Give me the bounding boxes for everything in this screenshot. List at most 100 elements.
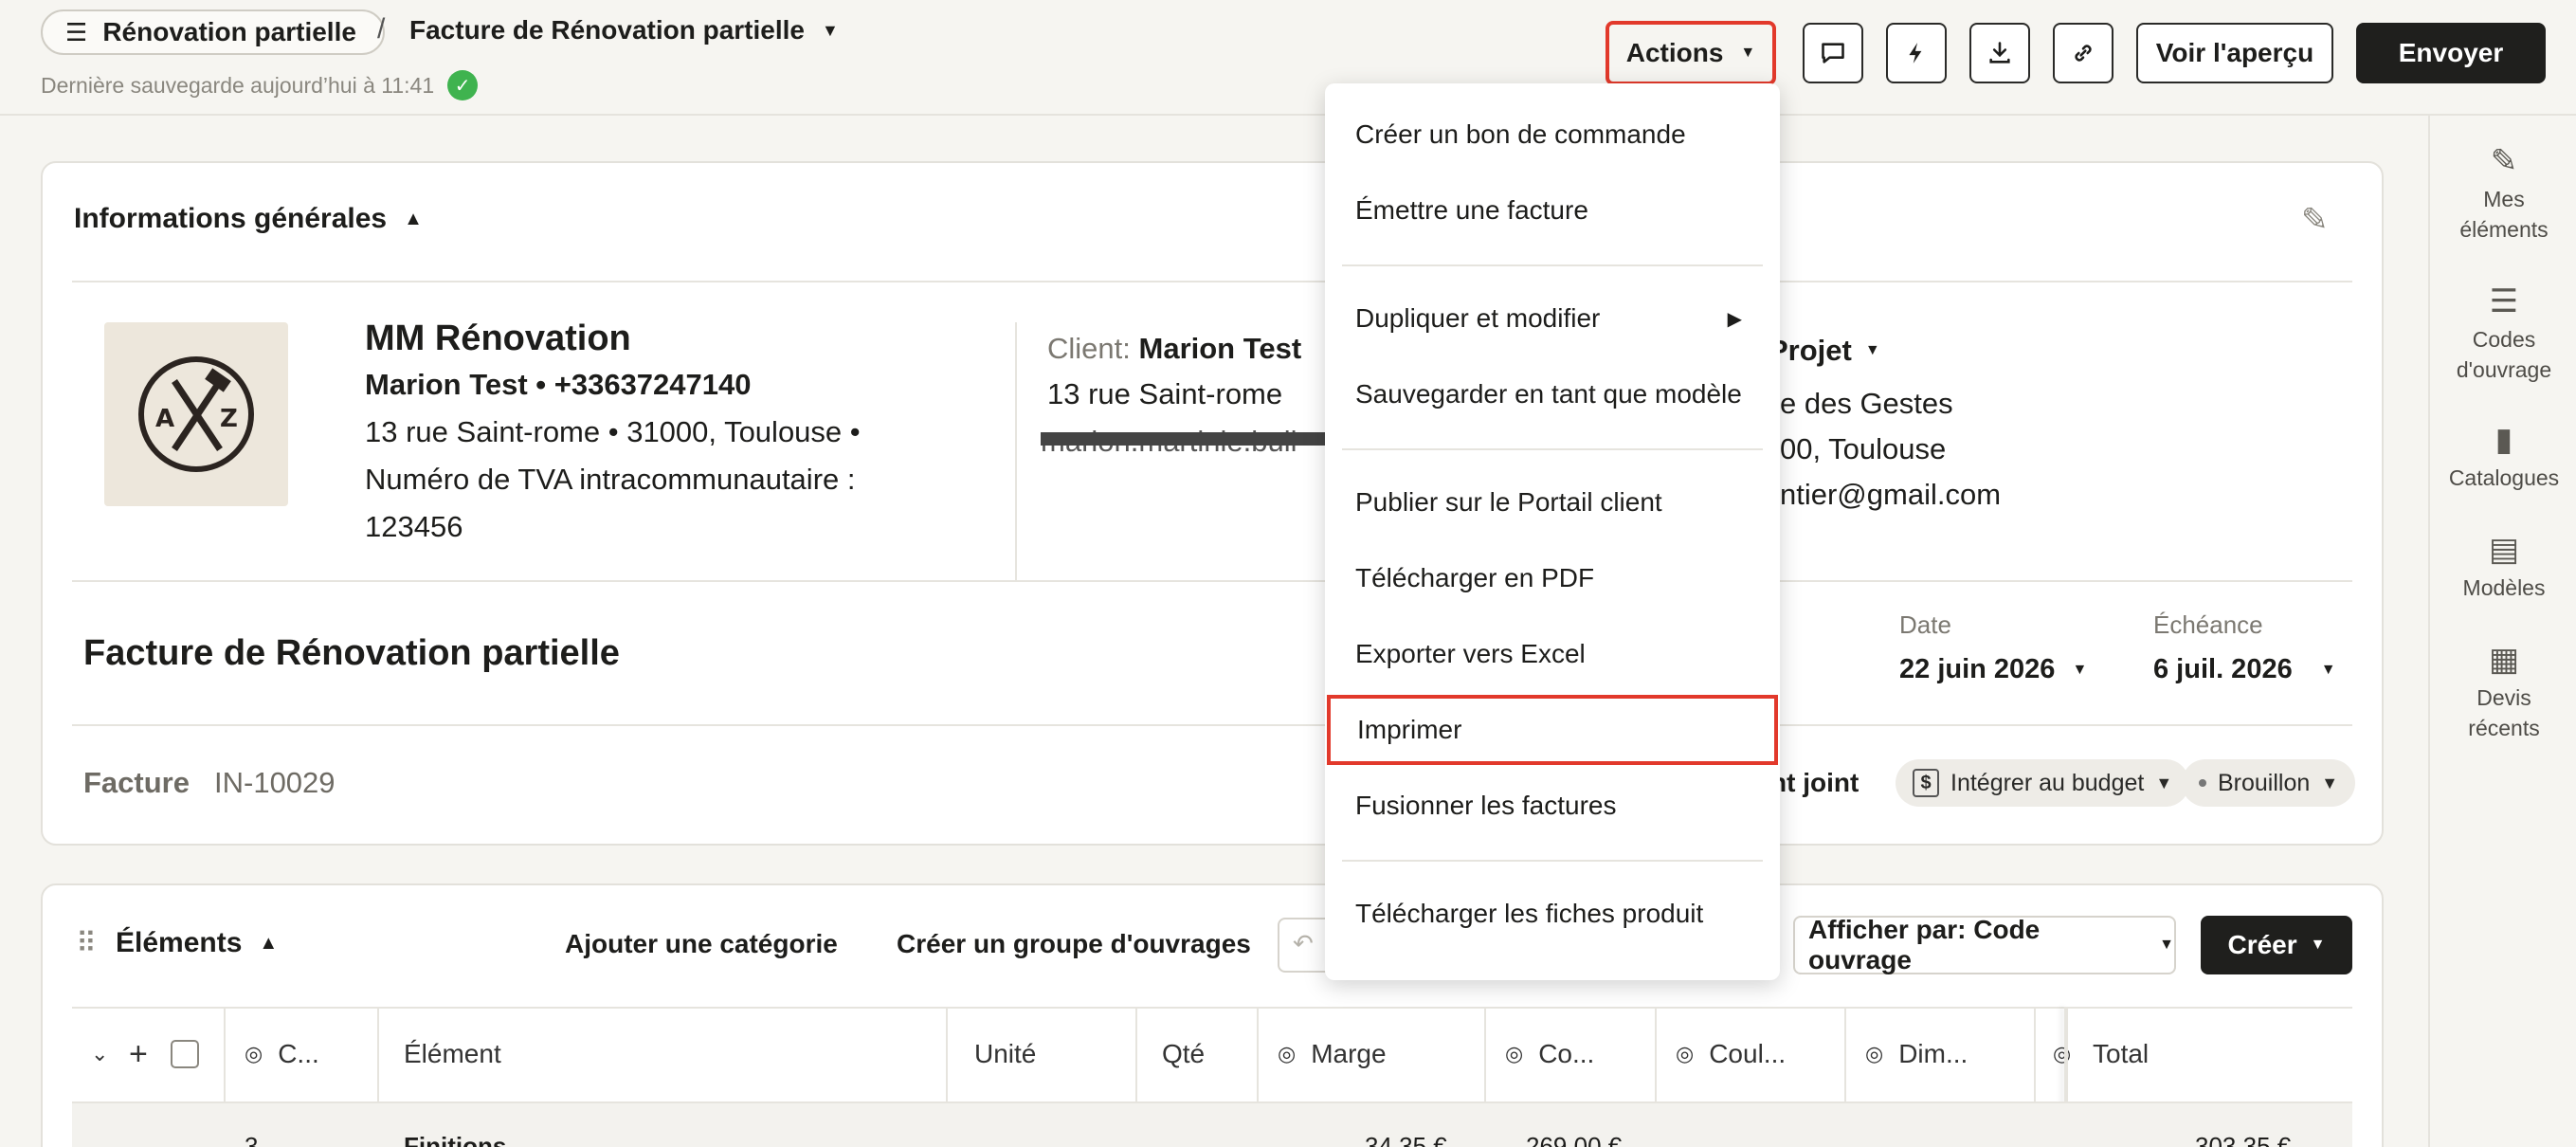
status-pill[interactable]: Brouillon ▼ — [2182, 759, 2356, 807]
menu-item-label: Dupliquer et modifier — [1355, 303, 1601, 333]
calculator-icon: ▦ — [2488, 642, 2520, 678]
chevron-down-icon: ▼ — [2155, 773, 2173, 792]
menu-item-issue-invoice[interactable]: Émettre une facture — [1325, 175, 1780, 246]
rail-label: Modèles — [2462, 575, 2546, 600]
column-label: C... — [278, 1039, 319, 1068]
company-vat-label: Numéro de TVA intracommunautaire : — [365, 463, 856, 496]
menu-separator — [1342, 448, 1763, 450]
top-bar: ☰ Rénovation partielle / Facture de Réno… — [0, 0, 2576, 116]
row-code: 3 — [245, 1132, 259, 1147]
eye-off-icon: ◎ — [1865, 1042, 1884, 1065]
lightning-icon — [1909, 43, 1922, 64]
menu-item-export-excel[interactable]: Exporter vers Excel — [1325, 619, 1780, 689]
invoice-label: Facture — [83, 766, 190, 799]
chevron-up-icon: ▲ — [259, 932, 279, 954]
budget-pill[interactable]: $ Intégrer au budget ▼ — [1896, 759, 2190, 807]
actions-button[interactable]: Actions ▼ — [1605, 21, 1776, 85]
chevron-down-icon: ▼ — [2321, 773, 2339, 792]
menu-item-merge-invoices[interactable]: Fusionner les factures — [1325, 771, 1780, 841]
rail-templates[interactable]: ▤ Modèles — [2430, 531, 2576, 603]
menu-item-publish-portal[interactable]: Publier sur le Portail client — [1325, 467, 1780, 537]
link-icon — [2075, 45, 2092, 62]
elements-header[interactable]: Éléments ▲ — [116, 927, 278, 959]
rail-label: Mes — [2483, 187, 2525, 211]
add-row-icon[interactable]: + — [129, 1007, 148, 1101]
preview-button[interactable]: Voir l'aperçu — [2136, 23, 2333, 83]
attachment-label[interactable]: nt joint — [1770, 768, 1859, 798]
column-qty[interactable]: Qté — [1162, 1007, 1205, 1101]
eye-off-icon: ◎ — [1505, 1042, 1524, 1065]
rail-label: Codes — [2472, 327, 2536, 352]
column-hidden-partial[interactable]: ◎ — [2053, 1007, 2086, 1101]
link-button[interactable] — [2053, 23, 2113, 83]
row-margin: 34,35 € — [1365, 1132, 1447, 1147]
preview-label: Voir l'aperçu — [2155, 38, 2314, 67]
project-selector[interactable]: Projet ▼ — [1769, 334, 1880, 368]
menu-item-create-purchase-order[interactable]: Créer un bon de commande — [1325, 100, 1780, 170]
rail-label: éléments — [2459, 217, 2549, 242]
menu-item-print[interactable]: Imprimer — [1327, 695, 1778, 765]
check-icon: ✓ — [447, 70, 479, 100]
column-unit[interactable]: Unité — [974, 1007, 1036, 1101]
project-city: 00, Toulouse — [1780, 432, 1947, 465]
invoice-title[interactable]: Facture de Rénovation partielle — [83, 633, 620, 674]
select-all-checkbox[interactable] — [171, 1007, 199, 1101]
divider — [72, 281, 2352, 282]
column-label: Dim... — [1898, 1039, 1968, 1068]
rail-my-elements[interactable]: ✎ Mes éléments — [2430, 142, 2576, 245]
menu-item-download-pdf[interactable]: Télécharger en PDF — [1325, 543, 1780, 613]
comment-button[interactable] — [1803, 23, 1863, 83]
menu-separator — [1342, 860, 1763, 862]
collapse-all-icon[interactable]: ⌄ — [91, 1007, 108, 1101]
rail-work-codes[interactable]: ☰ Codes d'ouvrage — [2430, 282, 2576, 385]
divider — [72, 580, 2352, 582]
date-picker[interactable]: 22 juin 2026 ▼ — [1899, 654, 2087, 685]
download-button[interactable] — [1969, 23, 2030, 83]
menu-item-save-as-template[interactable]: Sauvegarder en tant que modèle — [1325, 359, 1780, 429]
menu-item-download-product-sheets[interactable]: Télécharger les fiches produit — [1325, 879, 1780, 949]
divider — [1015, 322, 1017, 580]
svg-text:Z: Z — [220, 405, 238, 433]
breadcrumb-separator: / — [377, 13, 386, 45]
company-logo: A Z — [104, 322, 288, 506]
column-element[interactable]: Élément — [404, 1007, 501, 1101]
column-label: Co... — [1538, 1039, 1595, 1068]
column-label: Marge — [1311, 1039, 1387, 1068]
chevron-down-icon: ▼ — [2072, 661, 2088, 678]
rail-label: Catalogues — [2448, 465, 2560, 490]
rail-catalogs[interactable]: ▮ Catalogues — [2430, 421, 2576, 493]
drag-handle-icon[interactable]: ⠿ — [76, 927, 97, 960]
general-info-card — [41, 161, 2384, 846]
rail-recent-quotes[interactable]: ▦ Devis récents — [2430, 641, 2576, 743]
create-group-button[interactable]: Créer un groupe d'ouvrages — [897, 929, 1251, 959]
chevron-down-icon: ▼ — [822, 20, 839, 40]
due-date-picker[interactable]: 6 juil. 2026 ▼ — [2153, 654, 2336, 685]
column-dimension[interactable]: ◎ Dim... — [1865, 1007, 1968, 1101]
project-breadcrumb[interactable]: ☰ Rénovation partielle — [41, 9, 385, 55]
add-category-button[interactable]: Ajouter une catégorie — [565, 929, 838, 959]
column-total[interactable]: Total — [2093, 1007, 2149, 1101]
send-button[interactable]: Envoyer — [2356, 23, 2546, 83]
document-breadcrumb[interactable]: Facture de Rénovation partielle ▼ — [409, 15, 839, 46]
eye-off-icon: ◎ — [245, 1042, 263, 1065]
budget-label: Intégrer au budget — [1950, 769, 2145, 796]
rail-label: d'ouvrage — [2456, 357, 2552, 382]
date-value: 22 juin 2026 — [1899, 654, 2056, 684]
display-by-select[interactable]: Afficher par: Code ouvrage ▼ — [1793, 915, 2176, 974]
column-color[interactable]: ◎ Coul... — [1676, 1007, 1786, 1101]
client-block[interactable]: Client: Marion Test — [1047, 332, 1301, 366]
invoice-number[interactable]: IN-10029 — [214, 766, 336, 800]
general-info-header[interactable]: Informations générales ▲ — [74, 203, 423, 235]
row-cost: 269,00 € — [1526, 1132, 1623, 1147]
column-cost[interactable]: ◎ Co... — [1505, 1007, 1594, 1101]
column-code[interactable]: ◎ C... — [245, 1007, 319, 1101]
column-label: Coul... — [1709, 1039, 1787, 1068]
book-icon: ▮ — [2494, 422, 2513, 458]
column-margin[interactable]: ◎ Marge — [1278, 1007, 1387, 1101]
column-label: Unité — [974, 1039, 1037, 1068]
lightning-button[interactable] — [1886, 23, 1947, 83]
chevron-down-icon: ▼ — [2159, 937, 2174, 953]
edit-pencil-icon[interactable]: ✎ — [2301, 201, 2329, 239]
create-button[interactable]: Créer ▼ — [2201, 916, 2352, 974]
menu-item-duplicate-edit[interactable]: Dupliquer et modifier ▶ — [1325, 283, 1780, 354]
